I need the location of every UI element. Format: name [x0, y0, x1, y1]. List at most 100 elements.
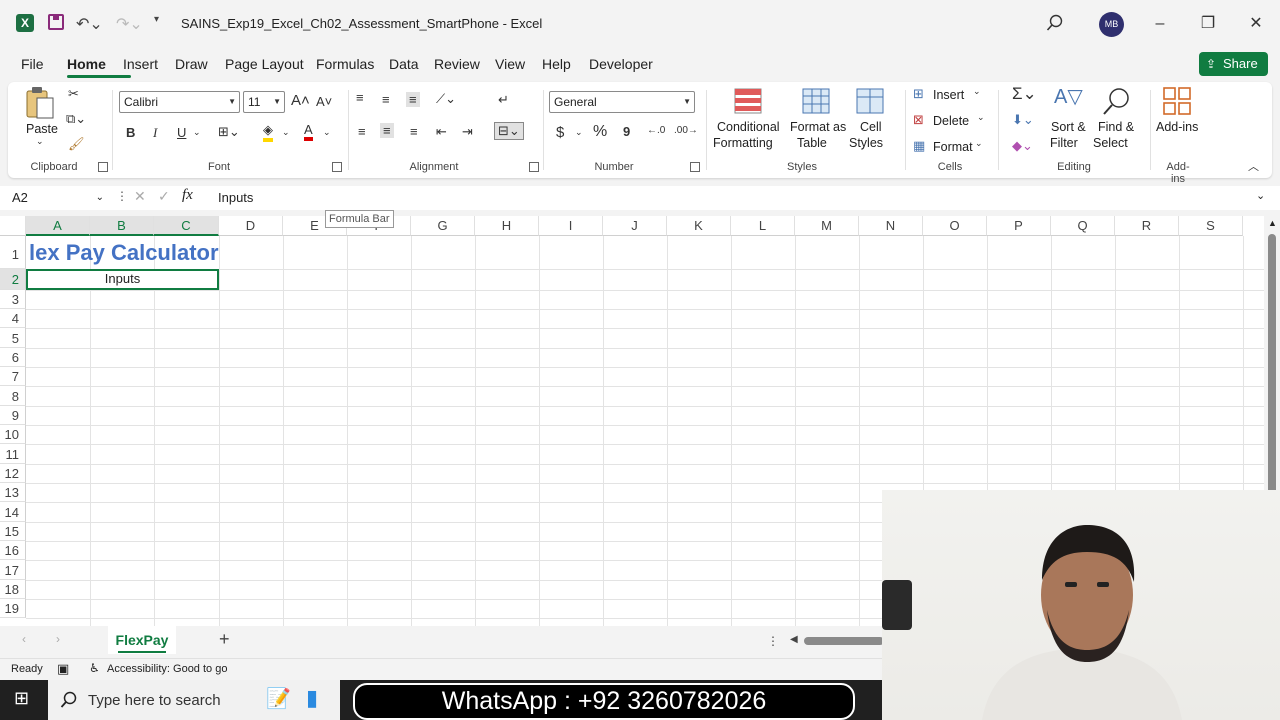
row-header[interactable]: 19 [0, 599, 26, 618]
row-header[interactable]: 12 [0, 464, 26, 483]
orientation-icon[interactable]: ⟋⌄ [436, 91, 456, 107]
font-color-dropdown-icon[interactable]: ⌄ [323, 127, 331, 138]
align-middle-icon[interactable]: ≡ [382, 92, 390, 107]
row-header[interactable]: 1 [0, 236, 26, 269]
row-header[interactable]: 10 [0, 425, 26, 444]
more-icon[interactable]: ⋮ [767, 634, 779, 648]
undo-icon[interactable]: ↶⌄ [76, 14, 103, 34]
minimize-button[interactable]: – [1148, 12, 1172, 36]
autosum-icon[interactable]: Σ⌄ [1012, 84, 1037, 104]
insert-function-button[interactable]: fx [182, 187, 193, 204]
column-header[interactable]: A [26, 216, 90, 236]
insert-cells-label[interactable]: Insert [933, 87, 964, 103]
find-select-label-2[interactable]: Select [1093, 135, 1128, 151]
sort-filter-icon[interactable]: A▽ [1054, 84, 1083, 109]
column-header[interactable]: S [1179, 216, 1243, 236]
tab-view[interactable]: View [495, 56, 525, 72]
name-box[interactable]: A2 ⌄ [5, 188, 108, 209]
format-as-table-label-2[interactable]: Table [797, 135, 827, 151]
increase-font-icon[interactable]: A˄ [291, 92, 310, 109]
conditional-label-1[interactable]: Conditional [717, 119, 780, 135]
merge-center-icon[interactable]: ⊟⌄ [494, 122, 524, 140]
tab-formulas[interactable]: Formulas [316, 56, 374, 72]
increase-decimal-icon[interactable]: ←.0 [647, 125, 665, 136]
number-launcher-icon[interactable] [690, 162, 700, 172]
conditional-label-2[interactable]: Formatting [713, 135, 773, 151]
clipboard-launcher-icon[interactable] [98, 162, 108, 172]
sort-filter-label-1[interactable]: Sort & [1051, 119, 1086, 135]
delete-cells-icon[interactable]: ⊠ [913, 112, 924, 128]
tab-insert[interactable]: Insert [123, 56, 158, 72]
column-header[interactable]: H [475, 216, 539, 236]
scroll-up-icon[interactable]: ▲ [1268, 218, 1277, 228]
row-header[interactable]: 17 [0, 560, 26, 580]
column-header[interactable]: M [795, 216, 859, 236]
format-as-table-label-1[interactable]: Format as [790, 119, 846, 135]
row-header[interactable]: 5 [0, 328, 26, 348]
format-cells-icon[interactable]: ▦ [913, 138, 925, 154]
conditional-formatting-icon[interactable] [734, 88, 762, 114]
number-format-select[interactable]: General ▼ [549, 91, 695, 113]
cancel-icon[interactable]: ✕ [134, 188, 146, 205]
delete-dropdown-icon[interactable]: ⌄ [977, 112, 985, 123]
bold-button[interactable]: B [126, 125, 135, 140]
paste-icon[interactable] [25, 86, 57, 120]
row-header[interactable]: 16 [0, 541, 26, 560]
fill-color-icon[interactable]: ◈ [263, 122, 273, 142]
currency-button[interactable]: $ [556, 124, 564, 141]
cell-title[interactable]: lex Pay Calculator [29, 240, 219, 266]
row-header[interactable]: 2 [0, 269, 26, 290]
avatar[interactable]: MB [1099, 12, 1124, 37]
add-sheet-button[interactable]: + [219, 629, 230, 650]
decrease-font-icon[interactable]: A˅ [316, 94, 332, 109]
horizontal-scrollbar[interactable] [804, 637, 884, 645]
column-header[interactable]: O [923, 216, 987, 236]
column-header[interactable]: B [90, 216, 154, 236]
format-painter-icon[interactable]: 🖌 [68, 136, 85, 152]
tab-file[interactable]: File [21, 56, 44, 72]
cell-styles-label-1[interactable]: Cell [860, 119, 882, 135]
paste-dropdown-icon[interactable]: ⌄ [36, 136, 44, 147]
percent-button[interactable]: % [593, 123, 607, 141]
row-header[interactable]: 18 [0, 580, 26, 599]
align-right-icon[interactable]: ≡ [410, 124, 418, 139]
font-color-icon[interactable]: A [304, 122, 313, 141]
paste-label[interactable]: Paste [26, 121, 58, 137]
font-launcher-icon[interactable] [332, 162, 342, 172]
taskbar-search-placeholder[interactable]: Type here to search [88, 692, 221, 709]
format-dropdown-icon[interactable]: ⌄ [975, 138, 983, 149]
search-icon[interactable] [1046, 14, 1064, 32]
underline-button[interactable]: U [177, 125, 186, 140]
column-header[interactable]: I [539, 216, 603, 236]
find-select-label-1[interactable]: Find & [1098, 119, 1134, 135]
comma-button[interactable]: 9 [623, 124, 630, 139]
clear-icon[interactable]: ◆⌄ [1012, 138, 1033, 154]
tab-data[interactable]: Data [389, 56, 419, 72]
decrease-decimal-icon[interactable]: .00→ [674, 125, 698, 136]
row-header[interactable]: 6 [0, 348, 26, 367]
underline-dropdown-icon[interactable]: ⌄ [193, 127, 201, 138]
tab-developer[interactable]: Developer [589, 56, 653, 72]
align-bottom-icon[interactable]: ≡ [406, 92, 420, 107]
formula-input[interactable]: Inputs [218, 190, 253, 205]
copy-icon[interactable]: ⧉⌄ [66, 111, 86, 127]
select-all-corner[interactable] [0, 216, 26, 236]
tab-draw[interactable]: Draw [175, 56, 208, 72]
more-icon[interactable]: ⋮ [116, 189, 128, 203]
row-header[interactable]: 14 [0, 502, 26, 522]
restore-button[interactable]: ❐ [1196, 12, 1220, 36]
cell-styles-label-2[interactable]: Styles [849, 135, 883, 151]
accessibility-status[interactable]: Accessibility: Good to go [107, 663, 227, 675]
row-header[interactable]: 15 [0, 522, 26, 541]
column-header[interactable]: Q [1051, 216, 1115, 236]
row-header[interactable]: 11 [0, 444, 26, 464]
decrease-indent-icon[interactable]: ⇤ [436, 124, 447, 140]
find-select-icon[interactable] [1102, 86, 1132, 116]
column-header[interactable]: D [219, 216, 283, 236]
enter-icon[interactable]: ✓ [158, 188, 170, 205]
fill-icon[interactable]: ⬇⌄ [1012, 112, 1034, 128]
column-header[interactable]: G [411, 216, 475, 236]
currency-dropdown-icon[interactable]: ⌄ [575, 127, 583, 138]
close-button[interactable]: ✕ [1244, 12, 1268, 36]
share-button[interactable]: ⇪ Share ⌄ [1199, 52, 1268, 95]
